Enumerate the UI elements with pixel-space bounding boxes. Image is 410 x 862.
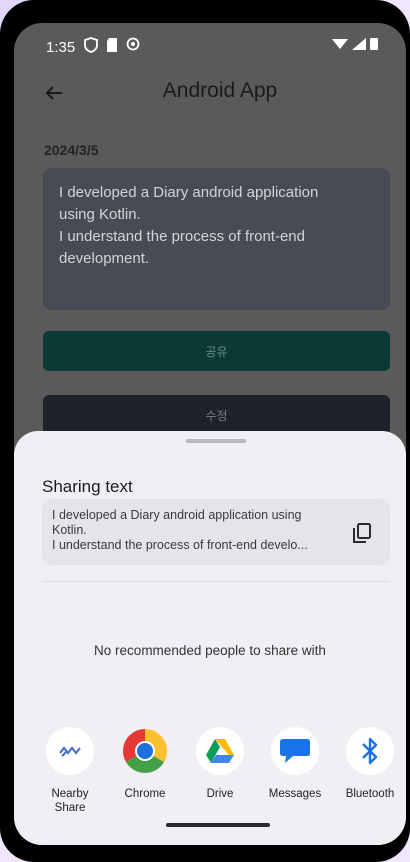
diary-text-line: I developed a Diary android application <box>59 184 319 201</box>
share-app-row: Nearby Share Chrome Drive Messages Bluet… <box>38 727 398 817</box>
status-bar: 1:35 <box>14 23 406 63</box>
share-target-messages[interactable]: Messages <box>263 727 327 801</box>
app-label: Messages <box>268 788 322 800</box>
share-sheet-title: Sharing text <box>42 477 133 496</box>
drive-icon <box>196 727 244 775</box>
preview-line: I understand the process of front-end de… <box>52 538 308 552</box>
app-bar: Android App <box>14 63 406 123</box>
divider <box>42 581 390 582</box>
edit-button[interactable]: 수정 <box>43 395 390 435</box>
sync-status-icon <box>126 37 140 51</box>
sd-card-status-icon <box>107 38 117 52</box>
preview-line: Kotlin. <box>52 523 87 537</box>
signal-icon <box>352 37 366 50</box>
wifi-icon <box>332 38 348 49</box>
page-title: Android App <box>162 79 278 102</box>
diary-date: 2024/3/5 <box>44 142 99 158</box>
app-label: Nearby Share <box>51 788 89 814</box>
share-button[interactable]: 공유 <box>43 331 390 371</box>
share-sheet: Sharing text I developed a Diary android… <box>14 431 406 845</box>
nearby-share-icon <box>46 727 94 775</box>
share-target-bluetooth[interactable]: Bluetooth <box>338 727 402 801</box>
status-time: 1:35 <box>46 39 76 56</box>
preview-line: I developed a Diary android application … <box>52 508 302 522</box>
diary-text-line: I understand the process of front-end <box>59 228 305 245</box>
diary-text-field[interactable]: I developed a Diary android application … <box>43 168 390 310</box>
phone-frame: 1:35 Android App 2024/3/5 I developed a … <box>0 0 410 862</box>
screen: 1:35 Android App 2024/3/5 I developed a … <box>14 23 406 845</box>
copy-icon[interactable] <box>350 521 374 545</box>
diary-text-line: using Kotlin. <box>59 206 141 223</box>
gesture-nav-bar[interactable] <box>166 823 270 827</box>
shield-status-icon <box>84 37 98 53</box>
messages-icon <box>271 727 319 775</box>
no-recommendations-message: No recommended people to share with <box>94 643 326 658</box>
diary-text-line: development. <box>59 250 150 267</box>
app-label: Chrome <box>124 788 166 800</box>
share-target-chrome[interactable]: Chrome <box>113 727 177 801</box>
battery-icon <box>370 38 378 50</box>
sheet-drag-handle[interactable] <box>186 439 246 443</box>
share-target-nearby-share[interactable]: Nearby Share <box>38 727 102 815</box>
bluetooth-icon <box>346 727 394 775</box>
shared-text-preview: I developed a Diary android application … <box>42 499 390 565</box>
share-target-drive[interactable]: Drive <box>188 727 252 801</box>
app-label: Drive <box>206 788 234 800</box>
chrome-icon <box>121 727 169 775</box>
app-label: Bluetooth <box>345 788 395 800</box>
